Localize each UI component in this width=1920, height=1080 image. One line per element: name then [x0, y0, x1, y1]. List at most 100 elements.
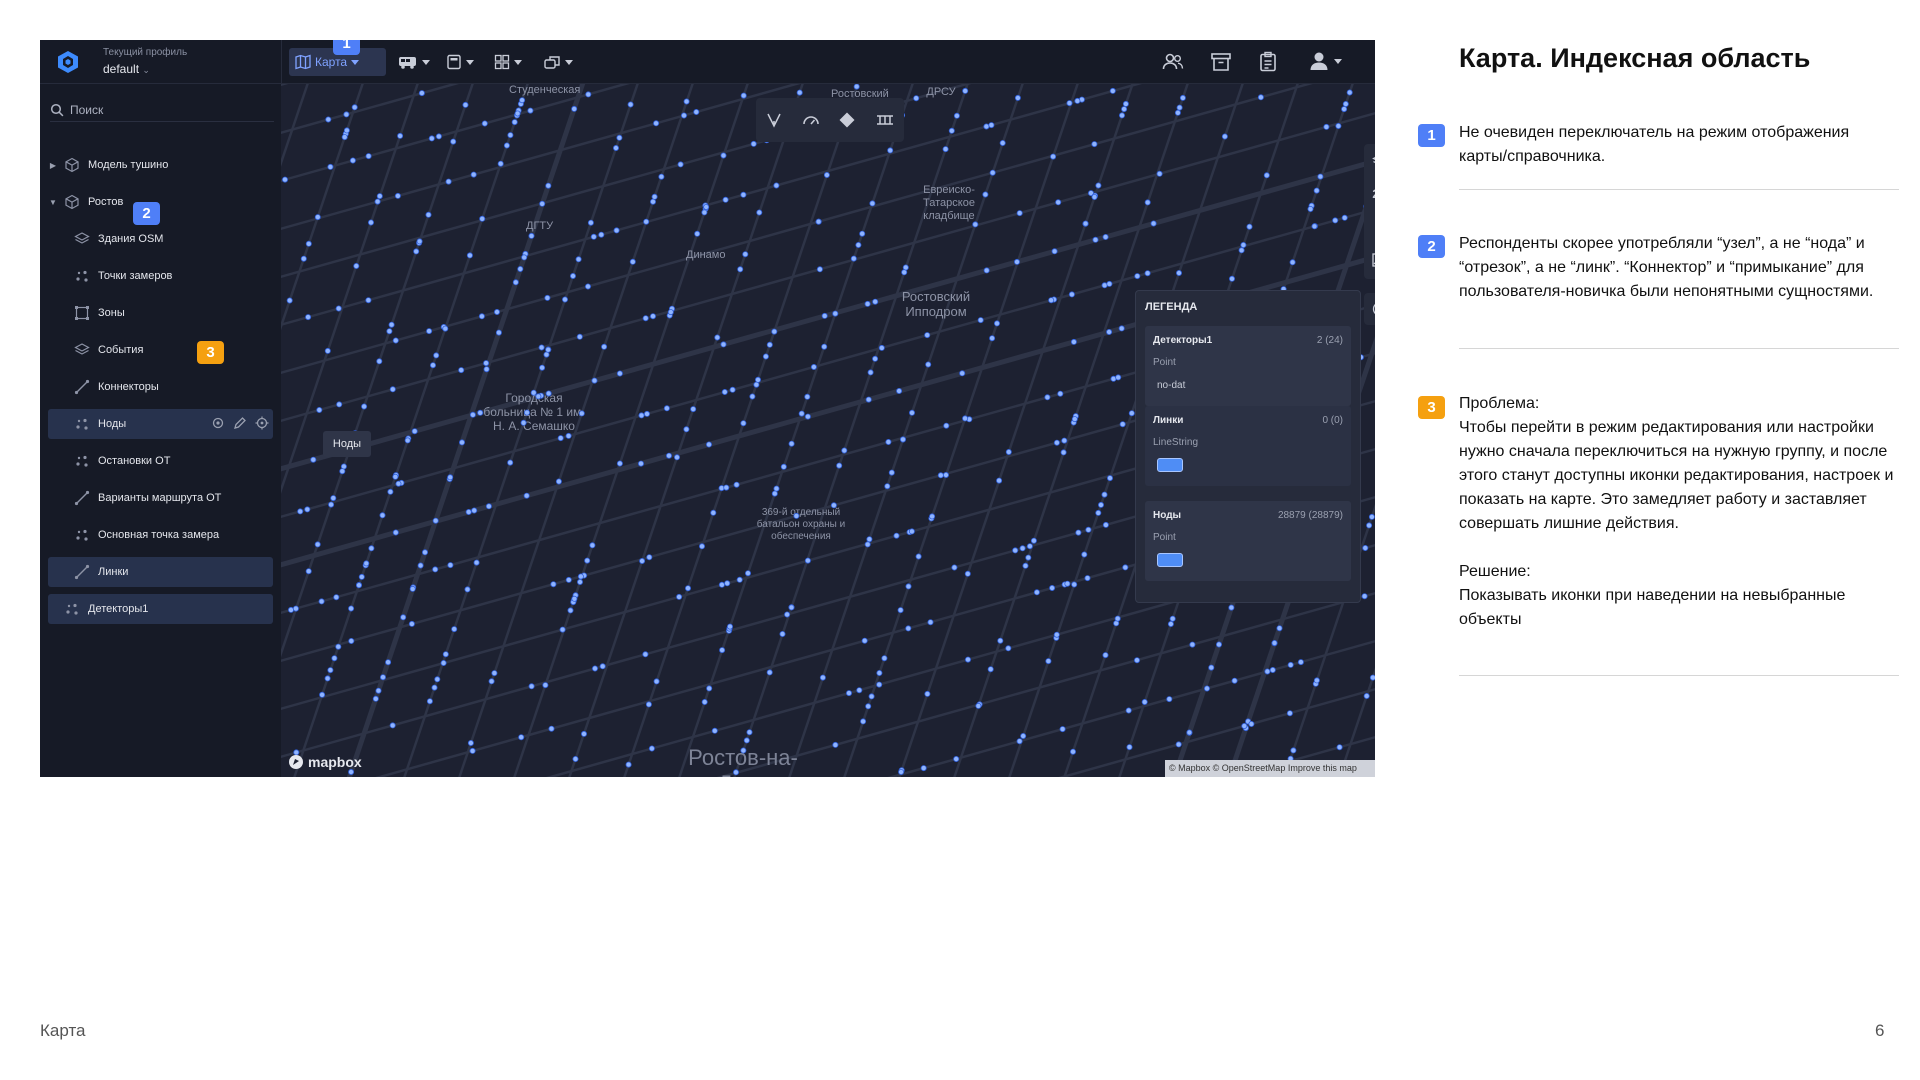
users-icon[interactable]: [1161, 50, 1185, 74]
help-button[interactable]: ?: [1364, 293, 1375, 325]
node-dot: [343, 111, 350, 118]
node-dot: [442, 325, 449, 332]
speedometer-icon[interactable]: [802, 111, 820, 129]
node-dot: [591, 665, 598, 672]
sidebar-item-label: Основная точка замера: [98, 529, 220, 541]
sidebar-item-pt-stops[interactable]: Остановки ОТ: [74, 446, 273, 476]
mapbox-logo[interactable]: mapbox: [288, 754, 362, 770]
dashboard-menu-button[interactable]: [488, 48, 528, 76]
sidebar-item-nodes[interactable]: Ноды: [48, 409, 273, 439]
sidebar-item-detectors[interactable]: Детекторы1: [48, 594, 273, 624]
node-dot: [544, 294, 551, 301]
node-dot: [994, 320, 1001, 327]
node-dot: [965, 656, 972, 663]
diamond-icon[interactable]: [838, 111, 856, 129]
node-dot: [535, 393, 542, 400]
node-dot: [663, 405, 670, 412]
node-dot: [426, 698, 433, 705]
node-dot: [643, 410, 650, 417]
split-icon[interactable]: [765, 111, 783, 129]
node-dot: [497, 160, 504, 167]
archive-icon[interactable]: [1209, 50, 1233, 74]
edit-icon[interactable]: [233, 416, 247, 430]
compass-button[interactable]: [1364, 210, 1375, 243]
calculator-menu-button[interactable]: [440, 48, 480, 76]
node-dot: [1020, 733, 1027, 740]
sidebar-item-measure-points[interactable]: Точки замеров: [74, 261, 273, 291]
node-dot: [1005, 645, 1012, 652]
solution-text: Показывать иконки при наведении на невыб…: [1459, 587, 1846, 628]
layers-toggle-button[interactable]: [1364, 144, 1375, 177]
node-dot: [908, 528, 915, 535]
sidebar-item-main-measure-point[interactable]: Основная точка замера: [74, 520, 273, 550]
sidebar-item-rostov[interactable]: ▼ Ростов: [48, 187, 273, 217]
node-dot: [815, 218, 822, 225]
node-dot: [528, 232, 535, 239]
node-dot: [1114, 615, 1121, 622]
screenshot-button[interactable]: [1364, 243, 1375, 276]
search-input[interactable]: Поиск: [50, 98, 274, 122]
node-dot: [413, 248, 420, 255]
node-dot: [451, 626, 458, 633]
node-dot: [1012, 547, 1019, 554]
footer-section-label: Карта: [40, 1021, 86, 1040]
node-dot: [471, 507, 478, 514]
locate-icon[interactable]: [255, 416, 269, 430]
map-mode-label: Карта: [315, 55, 348, 69]
node-dot: [483, 366, 490, 373]
sidebar-item-label: Остановки ОТ: [98, 455, 171, 467]
sidebar-item-label: Точки замеров: [98, 270, 173, 282]
node-dot: [900, 436, 907, 443]
node-dot: [925, 361, 932, 368]
node-dot: [884, 483, 891, 490]
node-dot: [1005, 448, 1012, 455]
node-dot: [565, 432, 572, 439]
node-dot: [305, 314, 312, 321]
sidebar-item-label: Зоны: [98, 307, 125, 319]
node-dot: [881, 655, 888, 662]
cube-icon: [65, 194, 79, 210]
node-dot: [788, 440, 795, 447]
node-dot: [1014, 258, 1021, 265]
node-dot: [1101, 282, 1108, 289]
sidebar-item-model-tushino[interactable]: ▶ Модель тушино: [48, 150, 273, 180]
node-dot: [867, 369, 874, 376]
sidebar-item-label: Варианты маршрута ОТ: [98, 492, 222, 504]
node-dot: [539, 200, 546, 207]
crossing-icon[interactable]: [875, 111, 895, 129]
node-dot: [1248, 721, 1255, 728]
sidebar-item-events[interactable]: События: [74, 335, 273, 365]
node-dot: [642, 651, 649, 658]
sidebar-item-zones[interactable]: Зоны: [74, 298, 273, 328]
node-dot: [1122, 100, 1129, 107]
sidebar-item-osm-buildings[interactable]: Здания OSM: [74, 224, 273, 254]
node-dot: [649, 313, 656, 320]
profile-selector[interactable]: default ⌄: [103, 62, 150, 76]
gear-icon[interactable]: [211, 416, 225, 430]
node-dot: [488, 678, 495, 685]
node-dot: [286, 297, 293, 304]
node-dot: [511, 119, 518, 126]
node-dot: [850, 255, 857, 262]
transport-menu-button[interactable]: [392, 48, 436, 76]
node-dot: [677, 161, 684, 168]
sidebar-item-connectors[interactable]: Коннекторы: [74, 372, 273, 402]
node-dot: [942, 146, 949, 153]
node-dot: [846, 690, 853, 697]
node-dot: [676, 593, 683, 600]
node-dot: [798, 410, 805, 417]
analytics-menu-button[interactable]: [537, 48, 579, 76]
node-dot: [1342, 100, 1349, 107]
node-dot: [297, 508, 304, 515]
clipboard-icon[interactable]: [1256, 50, 1280, 74]
user-menu-button[interactable]: [1308, 50, 1342, 72]
map-attribution[interactable]: © Mapbox © OpenStreetMap Improve this ma…: [1165, 760, 1375, 777]
sidebar-item-route-variants[interactable]: Варианты маршрута ОТ: [74, 483, 273, 513]
node-dot: [999, 140, 1006, 147]
compass-icon: [1374, 219, 1375, 235]
2d-toggle-button[interactable]: 2D: [1364, 177, 1375, 210]
sidebar-item-links[interactable]: Линки: [48, 557, 273, 587]
node-dot: [1101, 491, 1108, 498]
node-dot: [1057, 390, 1064, 397]
chevron-down-icon: [514, 59, 522, 65]
